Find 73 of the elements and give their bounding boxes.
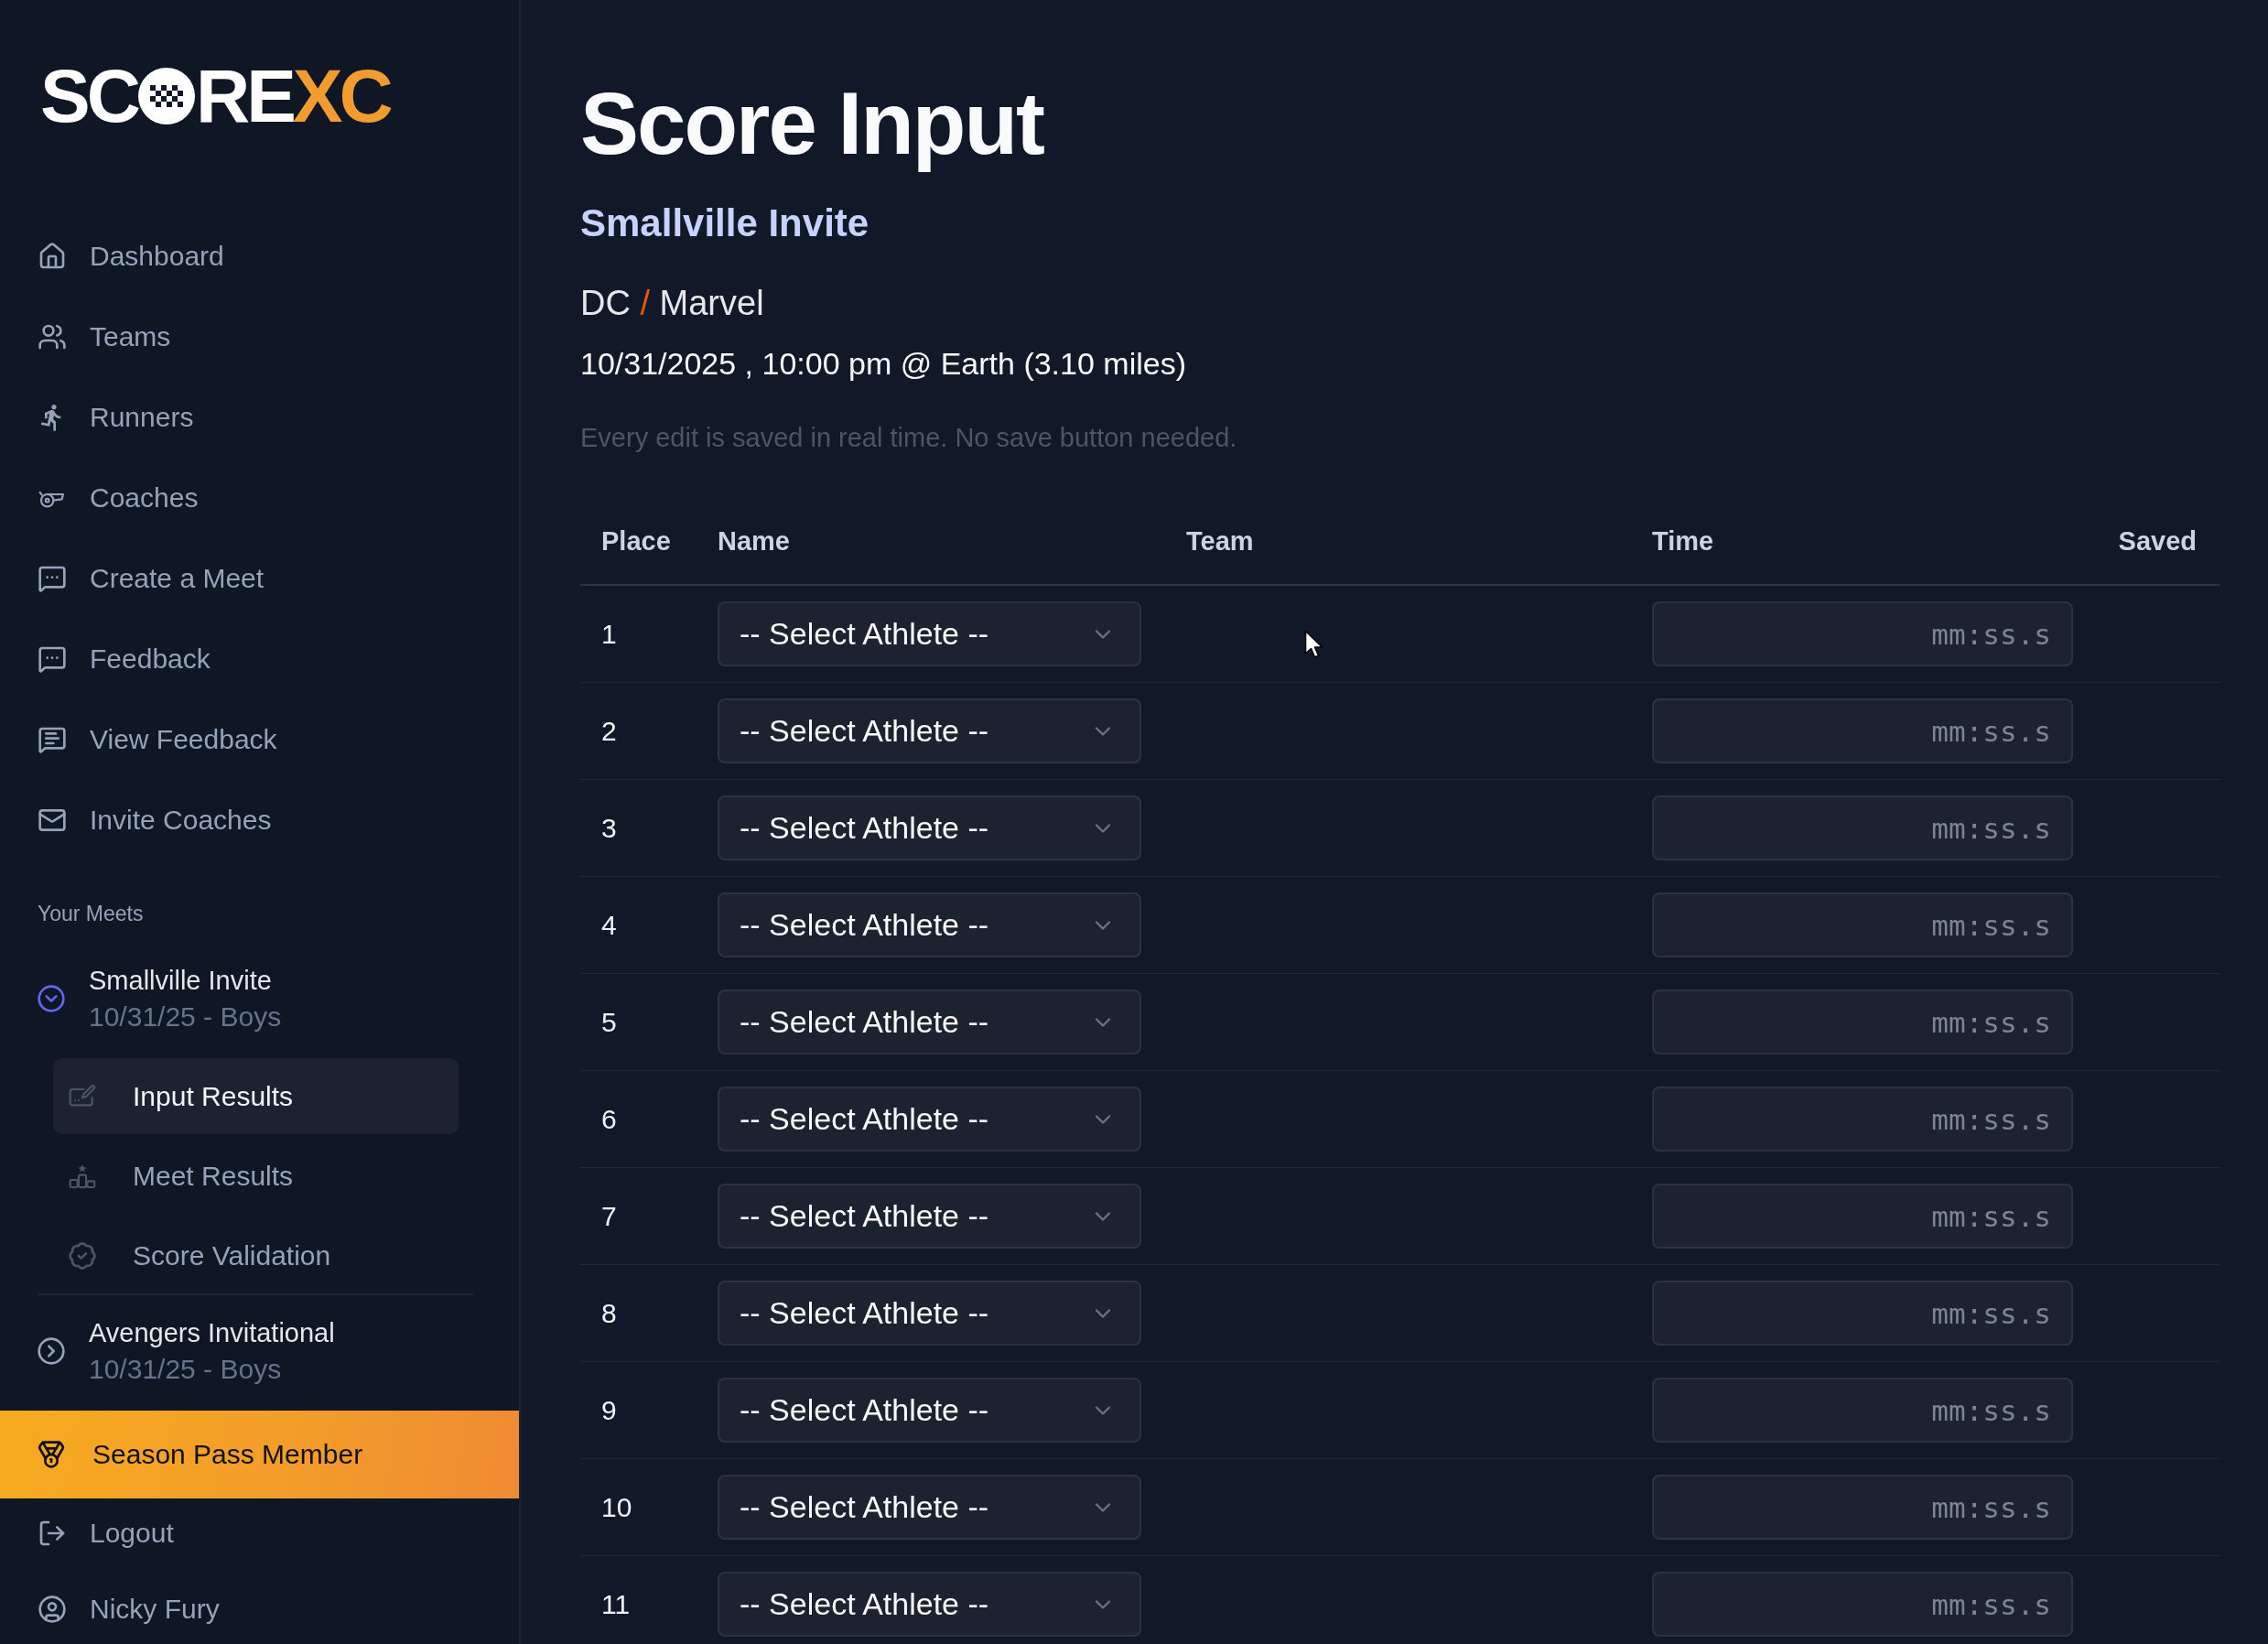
nav-link[interactable]: View Feedback [0, 699, 519, 780]
people-icon [38, 322, 67, 352]
chat-dots-icon [38, 644, 67, 674]
column-header: Saved [2117, 525, 2198, 557]
athlete-select[interactable]: -- Select Athlete -- [718, 1475, 1141, 1540]
time-input[interactable]: mm:ss.s [1652, 1087, 2073, 1152]
nav-link[interactable]: Teams [0, 297, 519, 377]
athlete-select[interactable]: -- Select Athlete -- [718, 1087, 1141, 1152]
time-input[interactable]: mm:ss.s [1652, 1378, 2073, 1443]
time-input[interactable]: mm:ss.s [1652, 1475, 2073, 1540]
place-number: 5 [600, 1006, 618, 1038]
time-input[interactable]: mm:ss.s [1652, 601, 2073, 666]
athlete-select[interactable]: -- Select Athlete -- [718, 1184, 1141, 1249]
time-input[interactable]: mm:ss.s [1652, 795, 2073, 860]
athlete-select[interactable]: -- Select Athlete -- [718, 990, 1141, 1055]
nav-link[interactable]: Runners [0, 377, 519, 458]
place-number: 4 [600, 909, 618, 941]
logo-text: SC [40, 59, 137, 134]
place-number: 11 [600, 1588, 632, 1620]
time-input[interactable]: mm:ss.s [1652, 1184, 2073, 1249]
athlete-select[interactable]: -- Select Athlete -- [718, 1281, 1141, 1346]
time-input[interactable]: mm:ss.s [1652, 1572, 2073, 1637]
meet-toggle[interactable]: Smallville Invite 10/31/25 - Boys [0, 962, 519, 1035]
logo-text: REXC [195, 59, 390, 134]
athlete-select[interactable]: -- Select Athlete -- [718, 892, 1141, 957]
place-number: 1 [600, 618, 618, 650]
meet-toggle[interactable]: Avengers Invitational 10/31/25 - Boys [0, 1314, 519, 1388]
mouse-pointer-icon [1304, 630, 1324, 661]
user-circle-icon [38, 1595, 67, 1624]
sub-nav-link[interactable]: Input Results [53, 1058, 459, 1134]
place-number: 3 [600, 812, 618, 844]
sub-nav-link[interactable]: Score Validation [53, 1217, 459, 1293]
meet-name: Smallville Invite [580, 200, 870, 246]
page-title: Score Input [580, 73, 1045, 174]
column-header: Time [1652, 525, 1715, 557]
section-heading: Your Meets [37, 901, 145, 927]
place-number: 10 [600, 1491, 633, 1523]
time-input[interactable]: mm:ss.s [1652, 1281, 2073, 1346]
autosave-note: Every edit is saved in real time. No save button needed. [580, 422, 1238, 454]
sub-nav-link[interactable]: Meet Results [53, 1138, 459, 1214]
nav-link[interactable]: Feedback [0, 619, 519, 699]
house-icon [38, 242, 67, 271]
chat-dots-icon [38, 564, 67, 593]
place-number: 2 [600, 715, 618, 747]
chat-lines-icon [38, 725, 67, 754]
nav-link[interactable]: Coaches [0, 458, 519, 538]
meet-details: 10/31/2025 , 10:00 pm @ Earth (3.10 miles) [580, 345, 1187, 383]
place-number: 6 [600, 1103, 618, 1135]
checkered-flag-icon [137, 68, 195, 124]
time-input[interactable]: mm:ss.s [1652, 892, 2073, 957]
place-number: 9 [600, 1394, 618, 1426]
place-number: 8 [600, 1297, 618, 1329]
athlete-select[interactable]: -- Select Athlete -- [718, 698, 1141, 763]
badge-check-icon [68, 1240, 97, 1271]
logout-icon [38, 1519, 67, 1548]
athlete-select[interactable]: -- Select Athlete -- [718, 1378, 1141, 1443]
column-header: Team [1186, 525, 1255, 557]
nav-link[interactable]: Dashboard [0, 216, 519, 297]
time-input[interactable]: mm:ss.s [1652, 698, 2073, 763]
nav-link[interactable]: Invite Coaches [0, 780, 519, 860]
athlete-select[interactable]: -- Select Athlete -- [718, 1572, 1141, 1637]
nav-link[interactable]: Create a Meet [0, 538, 519, 619]
teams-line: DC / Marvel [580, 283, 765, 324]
nav-link[interactable]: Nicky Fury [0, 1574, 519, 1644]
place-number: 7 [600, 1200, 618, 1232]
nav-link[interactable]: Logout [0, 1498, 519, 1568]
medal-icon [37, 1440, 66, 1469]
athlete-select[interactable]: -- Select Athlete -- [718, 601, 1141, 666]
column-header: Name [718, 525, 791, 557]
column-header: Place [600, 525, 672, 557]
season-pass-banner[interactable]: Season Pass Member [0, 1411, 519, 1498]
time-input[interactable]: mm:ss.s [1652, 990, 2073, 1055]
athlete-select[interactable]: -- Select Athlete -- [718, 795, 1141, 860]
